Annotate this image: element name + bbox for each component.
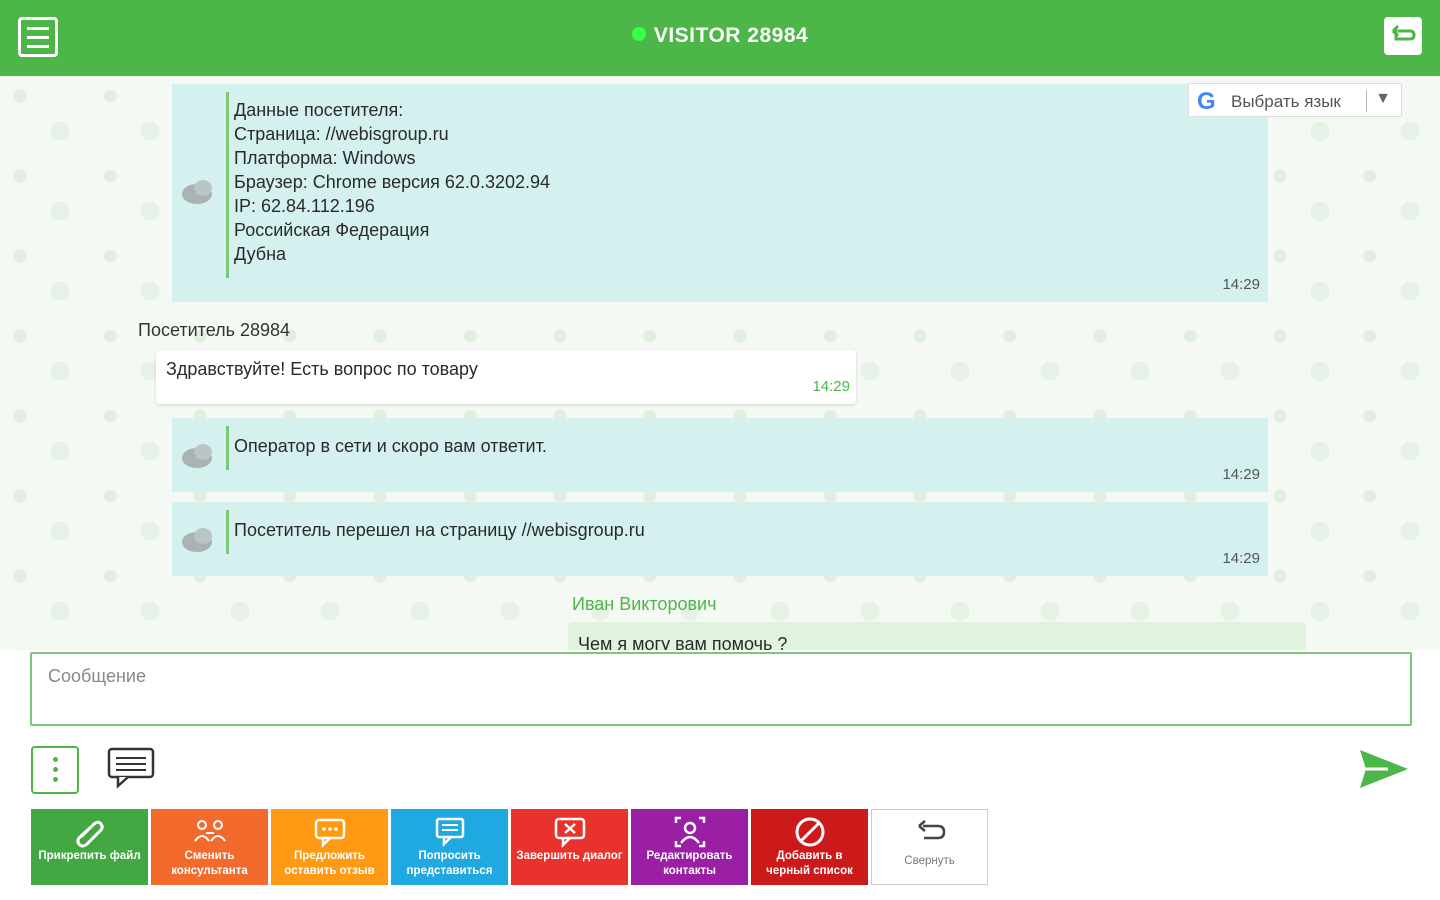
introduce-icon [435, 817, 465, 848]
info-line: Российская Федерация [234, 220, 430, 240]
attach-file-button[interactable]: Прикрепить файл [31, 809, 148, 885]
change-consultant-button[interactable]: Сменить консультанта [151, 809, 268, 885]
request-review-button[interactable]: Предложить оставить отзыв [271, 809, 388, 885]
action-label: Сменить консультанта [171, 850, 248, 877]
operator-message: Чем я могу вам помочь ? [568, 622, 1306, 650]
system-avatar-icon [178, 180, 218, 206]
action-label: Попросить представиться [406, 850, 493, 877]
info-line: Платформа: Windows [234, 148, 416, 168]
send-icon[interactable] [1358, 748, 1410, 790]
edit-contacts-icon [674, 816, 706, 848]
review-icon [314, 818, 346, 849]
ask-introduce-button[interactable]: Попросить представиться [391, 809, 508, 885]
visitor-name: Посетитель 28984 [138, 320, 291, 340]
action-label: Прикрепить файл [38, 850, 141, 862]
change-consultant-icon [194, 820, 226, 842]
system-message-text: Оператор в сети и скоро вам ответит. [234, 436, 547, 456]
system-message-text: Посетитель перешел на страницу //webisgr… [234, 520, 645, 540]
system-avatar-icon [178, 528, 218, 554]
blacklist-button[interactable]: Добавить в черный список [751, 809, 868, 885]
paperclip-icon [76, 820, 104, 848]
divider [1366, 90, 1367, 112]
language-selector[interactable]: G Выбрать язык ▼ [1188, 83, 1402, 117]
collapse-icon [918, 820, 946, 840]
operator-message-text: Чем я могу вам помочь ? [578, 634, 788, 650]
info-line: IP: 62.84.112.196 [234, 196, 375, 216]
message-time: 14:29 [812, 378, 850, 395]
system-message-page: Посетитель перешел на страницу //webisgr… [172, 502, 1268, 576]
language-label: Выбрать язык [1231, 92, 1341, 111]
message-accent-bar [226, 426, 229, 470]
edit-contacts-button[interactable]: Редактировать контакты [631, 809, 748, 885]
visitor-title: VISITOR 28984 [653, 24, 809, 47]
info-line: Дубна [234, 244, 287, 264]
system-message-online: Оператор в сети и скоро вам ответит. 14:… [172, 418, 1268, 492]
action-label: Добавить в черный список [766, 850, 853, 877]
system-avatar-icon [178, 444, 218, 470]
back-button[interactable] [1384, 17, 1422, 55]
action-label: Предложить оставить отзыв [284, 850, 375, 877]
message-accent-bar [226, 510, 229, 554]
message-time: 14:29 [1222, 276, 1260, 293]
back-arrow-icon [1391, 24, 1416, 41]
visitor-message-text: Здравствуйте! Есть вопрос по товару [166, 359, 478, 379]
action-label: Свернуть [904, 855, 955, 867]
action-toolbar: Прикрепить файл Сменить консультанта Пре… [31, 809, 988, 885]
header-bar: VISITOR 28984 [0, 0, 1440, 76]
end-dialog-button[interactable]: Завершить диалог [511, 809, 628, 885]
visitor-message: Здравствуйте! Есть вопрос по товару 14:2… [156, 350, 856, 404]
composer: Прикрепить файл Сменить консультанта Пре… [0, 650, 1440, 900]
message-input[interactable] [30, 652, 1412, 726]
info-line: Браузер: Chrome версия 62.0.3202.94 [234, 172, 551, 192]
dropdown-arrow-icon: ▼ [1375, 90, 1391, 107]
templates-icon[interactable] [106, 746, 156, 790]
visitor-info-message: Данные посетителя: Страница: //webisgrou… [172, 84, 1268, 302]
google-logo-icon: G [1197, 88, 1216, 115]
action-label: Редактировать контакты [646, 850, 733, 877]
message-accent-bar [226, 92, 229, 278]
message-time: 14:29 [1222, 466, 1260, 483]
collapse-button[interactable]: Свернуть [871, 809, 988, 885]
message-time: 14:29 [1222, 550, 1260, 567]
online-status-indicator [631, 27, 646, 41]
block-icon [795, 817, 825, 847]
close-dialog-icon [554, 817, 586, 849]
visitor-info-text: Данные посетителя: Страница: //webisgrou… [234, 98, 550, 266]
more-options-button[interactable] [31, 746, 79, 794]
action-label: Завершить диалог [516, 850, 623, 862]
operator-name: Иван Викторович [572, 594, 717, 614]
info-line: Страница: //webisgroup.ru [234, 124, 449, 144]
chat-history[interactable]: Данные посетителя: Страница: //webisgrou… [0, 76, 1440, 650]
chat-title: VISITOR 28984 [0, 24, 1440, 48]
info-line: Данные посетителя: [234, 100, 404, 120]
